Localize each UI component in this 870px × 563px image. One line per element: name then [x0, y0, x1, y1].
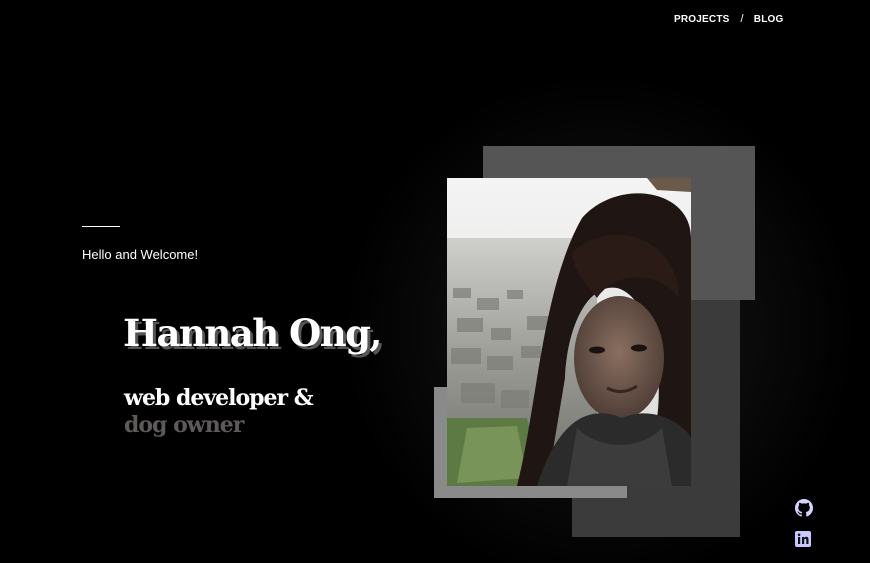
github-icon: [795, 499, 813, 517]
linkedin-link[interactable]: [795, 531, 813, 549]
decorative-rule: [82, 226, 120, 227]
github-link[interactable]: [795, 499, 813, 517]
hero-role-line1: web developer &: [124, 385, 314, 411]
top-nav: PROJECTS / BLOG: [674, 13, 783, 25]
profile-photo: [447, 178, 691, 486]
hero-name: Hannah Ong,: [123, 311, 382, 355]
nav-link-projects[interactable]: PROJECTS: [674, 14, 730, 25]
nav-separator: /: [740, 13, 744, 25]
nav-link-blog[interactable]: BLOG: [754, 14, 784, 25]
linkedin-icon: [795, 531, 811, 547]
greeting-text: Hello and Welcome!: [82, 247, 199, 262]
hero-role-line2: dog owner: [124, 412, 244, 438]
